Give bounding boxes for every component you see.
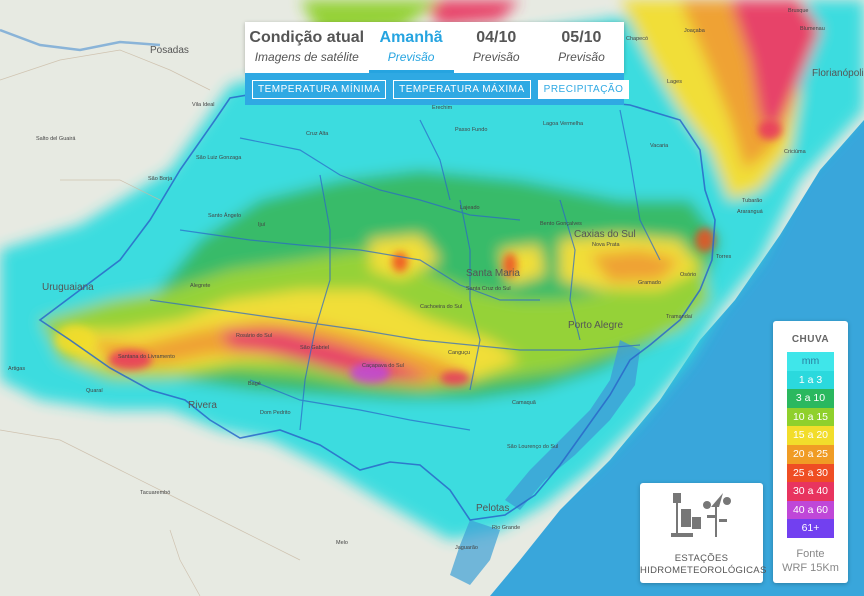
legend-row: 15 a 20	[787, 426, 834, 445]
city-label: Erechim	[432, 105, 453, 111]
city-label: Santana do Livramento	[118, 354, 175, 360]
tab-05-10[interactable]: 05/10 Previsão	[539, 22, 624, 73]
filter-precipitacao-button[interactable]: PRECIPITAÇÃO	[537, 79, 630, 99]
tab-subtitle: Previsão	[558, 50, 605, 64]
city-label: Vacaria	[650, 143, 669, 149]
city-label: Torres	[716, 254, 732, 260]
city-label: Quaraí	[86, 388, 103, 394]
legend-row: 3 a 10	[787, 389, 834, 408]
city-label: São Luiz Gonzaga	[196, 155, 242, 161]
city-label: Lages	[667, 79, 682, 85]
city-label: Passo Fundo	[455, 127, 488, 133]
city-label: Tramandaí	[666, 314, 693, 320]
tab-subtitle: Imagens de satélite	[254, 50, 359, 64]
tab-title: 05/10	[561, 29, 602, 46]
city-label: Salto del Guairá	[36, 136, 76, 142]
city-label: Alegrete	[190, 283, 211, 289]
legend-row: mm	[787, 352, 834, 371]
city-label: Cachoeira do Sul	[420, 304, 463, 310]
weather-stations-button[interactable]: ESTAÇÕES HIDROMETEOROLÓGICAS	[640, 483, 767, 583]
tab-title: 04/10	[476, 29, 517, 46]
tab-amanha[interactable]: Amanhã Previsão	[368, 22, 454, 73]
city-label: Rio Grande	[492, 525, 521, 531]
legend-row: 20 a 25	[787, 444, 834, 464]
city-label: Blumenau	[800, 26, 825, 32]
tab-subtitle: Previsão	[472, 50, 520, 64]
city-label: Rosário do Sul	[236, 333, 273, 339]
legend-row: 61+	[787, 519, 834, 538]
city-label: Nova Prata	[592, 242, 620, 248]
city-label: Osório	[680, 272, 697, 278]
city-label: São Lourenço do Sul	[507, 444, 559, 450]
legend-source-value: WRF 15Km	[782, 562, 839, 574]
tab-title: Condição atual	[249, 29, 365, 46]
city-label: Artigas	[8, 366, 26, 372]
city-label: Lagoa Vermelha	[543, 121, 584, 127]
city-label: Posadas	[150, 45, 189, 56]
filter-temperatura-maxima-button[interactable]: TEMPERATURA MÁXIMA	[393, 79, 531, 99]
city-label: Bagé	[248, 381, 261, 387]
forecast-day-tabs: Condição atual Imagens de satélite Amanh…	[245, 22, 624, 73]
legend-source-label: Fonte	[796, 548, 825, 560]
city-label: São Gabriel	[300, 345, 330, 351]
city-label: Lajeado	[460, 205, 480, 211]
city-label: Jaguarão	[455, 545, 478, 551]
city-label: Florianópolis	[812, 68, 864, 79]
city-label: Araranguá	[737, 209, 763, 215]
city-label: Uruguaiana	[42, 282, 94, 293]
city-label: Pelotas	[476, 503, 510, 514]
variable-filter-bar: TEMPERATURA MÍNIMA TEMPERATURA MÁXIMA PR…	[245, 73, 630, 105]
legend-row: 40 a 60	[787, 500, 834, 520]
legend-row: 30 a 40	[787, 482, 834, 501]
city-label: Caxias do Sul	[574, 229, 636, 240]
city-label: Tacuarembó	[140, 490, 171, 496]
city-label: Gramado	[638, 280, 661, 286]
tab-condicao-atual[interactable]: Condição atual Imagens de satélite	[245, 22, 369, 73]
legend-title: CHUVA	[791, 334, 830, 345]
city-label: Santo Ângelo	[208, 213, 242, 219]
legend-row: 1 a 3	[787, 370, 834, 390]
tab-subtitle: Previsão	[387, 50, 435, 64]
legend-rows: mm 1 a 33 a 10 10 a 15 15 a 20 20 a 25 25 a 3…	[787, 352, 834, 538]
city-label: Criciúma	[784, 149, 806, 155]
legend-row: 10 a 15	[787, 407, 834, 427]
stations-label-line1: ESTAÇÕES	[674, 553, 729, 564]
city-label: Caçapava do Sul	[362, 363, 404, 369]
tab-04-10[interactable]: 04/10 Previsão	[454, 22, 539, 73]
filter-temperatura-minima-button[interactable]: TEMPERATURA MÍNIMA	[252, 79, 387, 99]
city-label: Brusque	[788, 8, 809, 14]
city-label: Santa Maria	[466, 268, 520, 279]
city-label: Melo	[336, 540, 348, 546]
city-label: Dom Pedrito	[260, 410, 291, 416]
city-label: Joaçaba	[684, 28, 705, 34]
city-label: Chapecó	[626, 36, 649, 42]
city-label: Rivera	[188, 400, 217, 411]
city-label: Cruz Alta	[306, 131, 329, 137]
city-label: Ijuí	[258, 222, 266, 228]
city-label: Santa Cruz do Sul	[466, 286, 511, 292]
city-label: São Borja	[148, 176, 173, 182]
city-label: Porto Alegre	[568, 320, 624, 331]
city-label: Vila Ideal	[192, 102, 215, 108]
city-label: Camaquã	[512, 400, 536, 406]
city-label: Canguçu	[448, 350, 471, 356]
stations-label-line2: HIDROMETEOROLÓGICAS	[640, 565, 767, 576]
legend-row: 25 a 30	[787, 463, 834, 483]
rain-legend: CHUVA mm 1 a 33 a 10 10 a 15 15 a 20 20 a 25…	[773, 321, 848, 583]
tab-title: Amanhã	[379, 29, 443, 46]
city-label: Bento Gonçalves	[540, 221, 582, 227]
weather-station-icon	[671, 493, 731, 537]
city-label: Tubarão	[742, 198, 763, 204]
